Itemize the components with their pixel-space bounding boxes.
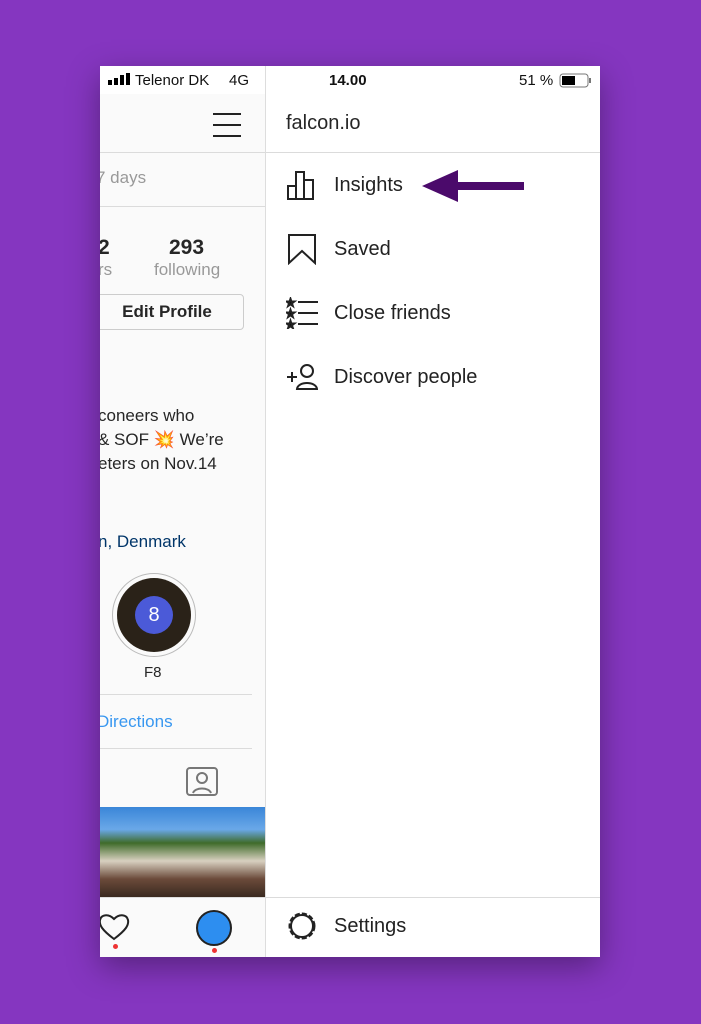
gear-icon	[288, 912, 316, 940]
menu-hamburger-icon[interactable]	[213, 112, 243, 143]
menu-item-label: Insights	[334, 173, 403, 196]
profile-panel: 7 days 2 rs 293 following Edit Profile c…	[100, 94, 265, 957]
settings-button[interactable]: Settings	[286, 906, 406, 946]
followers-count: 2	[100, 236, 110, 259]
bio-line: & SOF 💥 We’re	[100, 430, 224, 449]
battery-icon	[559, 73, 593, 93]
menu-item-label: Close friends	[334, 301, 451, 324]
bookmark-icon	[288, 234, 316, 265]
tagged-photos-icon[interactable]	[186, 764, 218, 801]
highlight-badge: 8	[135, 596, 173, 634]
side-menu: falcon.io Insights Saved ★ ★ ★ Close frien…	[266, 94, 600, 957]
carrier: Telenor DK	[135, 72, 210, 89]
heart-icon[interactable]	[100, 912, 130, 947]
menu-item-insights[interactable]: Insights	[286, 165, 403, 205]
location-link[interactable]: n, Denmark	[100, 532, 186, 552]
star-list-icon: ★★★	[286, 297, 318, 329]
bar-chart-icon	[287, 171, 314, 200]
followers-label: rs	[100, 260, 113, 279]
svg-text:★: ★	[286, 320, 295, 329]
range-text: 7 days	[100, 168, 147, 187]
time: 14.00	[329, 72, 367, 89]
directions-link[interactable]: Directions	[100, 712, 173, 732]
post-thumbnail[interactable]	[100, 807, 265, 897]
settings-label: Settings	[334, 914, 407, 937]
edit-profile-button[interactable]: Edit Profile	[100, 294, 244, 330]
svg-text:★: ★	[286, 309, 295, 320]
add-person-icon	[287, 364, 318, 390]
menu-username: falcon.io	[286, 112, 361, 134]
menu-item-label: Saved	[334, 237, 391, 260]
bio-line: eters on Nov.14	[100, 454, 217, 473]
signal-icon	[108, 72, 130, 89]
svg-text:★: ★	[286, 298, 295, 309]
highlight-label: F8	[144, 664, 162, 681]
battery-percent: 51 %	[519, 72, 554, 89]
bottom-tab-bar	[100, 897, 265, 957]
arrow-annotation-icon	[422, 170, 524, 202]
status-bar: Telenor DK 4G 14.00 51 %	[100, 66, 600, 94]
menu-item-close-friends[interactable]: ★ ★ ★ Close friends	[286, 293, 451, 333]
bio-line: coneers who	[100, 406, 195, 425]
following-count[interactable]: 293	[169, 236, 204, 260]
menu-item-discover-people[interactable]: Discover people	[286, 357, 477, 397]
profile-avatar-tab[interactable]	[196, 910, 232, 946]
highlight-f8[interactable]: 8	[112, 573, 196, 657]
menu-item-saved[interactable]: Saved	[286, 229, 391, 269]
menu-item-label: Discover people	[334, 365, 478, 388]
following-label[interactable]: following	[154, 260, 220, 280]
network: 4G	[229, 72, 250, 89]
